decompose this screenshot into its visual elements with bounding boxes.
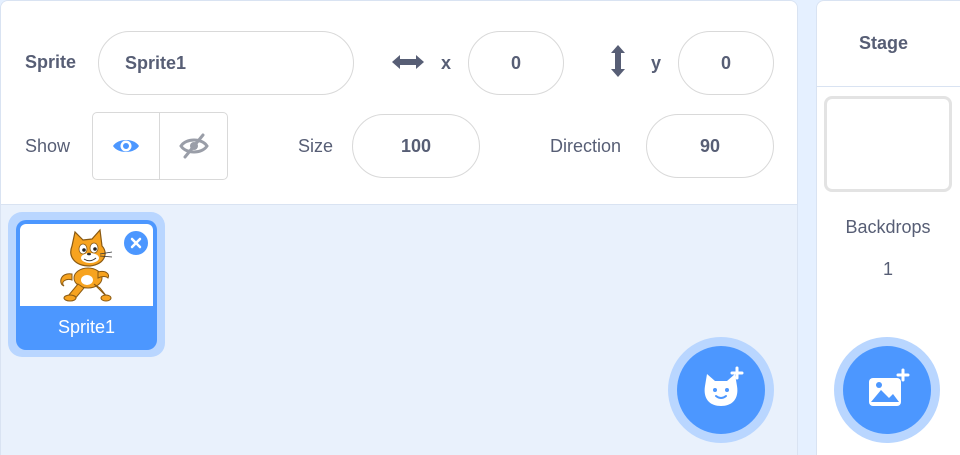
show-visible-button[interactable] [93,113,160,179]
show-toggle-group [92,112,228,180]
eye-hidden-icon [178,133,209,159]
sprite-tile-label: Sprite1 [57,317,116,337]
sprite-info-panel: Sprite Sprite1 x 0 y 0 Show Size 100 Dir… [1,1,797,205]
show-hidden-button[interactable] [160,113,227,179]
left-right-arrow-icon [392,55,424,69]
stage-header[interactable]: Stage [817,1,960,87]
cat-icon [704,366,744,406]
add-sprite-button[interactable] [677,346,765,434]
direction-label: Direction [550,136,622,156]
stage-title: Stage [859,33,909,53]
y-input[interactable]: 0 [678,31,774,95]
size-label: Size [298,136,334,156]
y-value: 0 [720,52,731,73]
x-label: x [441,53,452,73]
size-value: 100 [400,135,432,156]
up-down-arrow-icon [611,45,625,77]
delete-sprite-button[interactable] [122,229,150,257]
direction-input[interactable]: 90 [646,114,774,178]
y-label: y [651,53,662,73]
backdrops-count: 1 [882,259,893,279]
add-backdrop-button[interactable] [843,346,931,434]
show-label: Show [25,136,71,156]
backdrops-label: Backdrops [845,217,931,237]
sprite-name-value: Sprite1 [125,52,187,73]
direction-value: 90 [699,135,721,156]
size-input[interactable]: 100 [352,114,480,178]
add-backdrop-icon [869,368,910,406]
stage-thumbnail[interactable] [824,96,952,192]
sprite-name-label: Sprite [25,52,77,72]
eye-icon [113,140,139,152]
close-icon [130,237,142,249]
x-value: 0 [510,52,521,73]
sprite-name-input[interactable]: Sprite1 [98,31,354,95]
x-input[interactable]: 0 [468,31,564,95]
